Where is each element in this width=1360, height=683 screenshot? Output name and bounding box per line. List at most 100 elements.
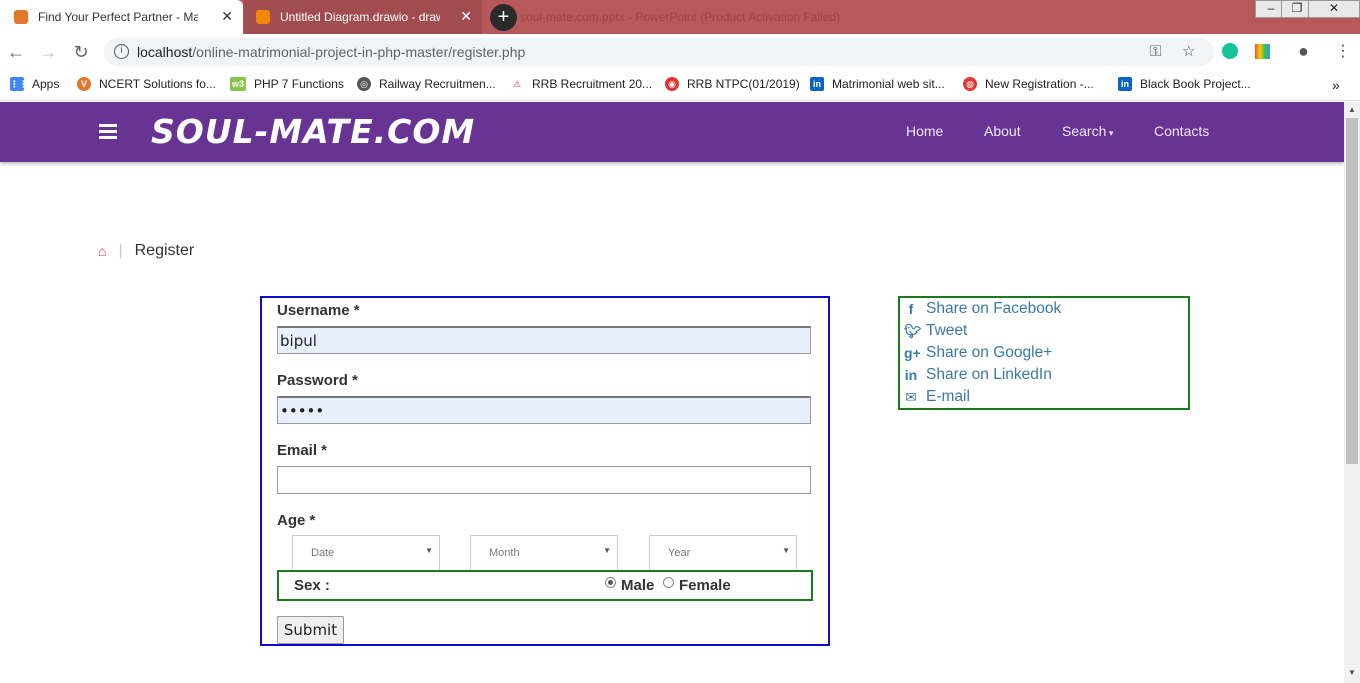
linkedin-icon: in (904, 367, 918, 383)
forward-button[interactable]: → (38, 42, 58, 62)
php-icon: w3 (230, 77, 246, 91)
facebook-icon: f (908, 301, 914, 317)
reload-button[interactable]: ↻ (71, 42, 91, 62)
date-select-value: Date (311, 547, 335, 559)
rrb-icon: ⚠ (510, 77, 524, 91)
bookmark-rrb-ntpc[interactable]: ◉ RRB NTPC(01/2019) (665, 77, 800, 91)
year-select[interactable]: Year ▼ (649, 535, 797, 571)
nav-about[interactable]: About (984, 123, 1021, 139)
share-label: E-mail (926, 388, 970, 405)
linkedin-icon: in (1118, 77, 1132, 91)
female-radio[interactable] (663, 577, 674, 588)
bookmark-black-book[interactable]: in Black Book Project... (1118, 77, 1251, 91)
scrollbar-thumb[interactable] (1346, 118, 1358, 464)
scroll-down-icon[interactable]: ▼ (1348, 668, 1356, 677)
male-radio[interactable] (605, 577, 616, 588)
bookmark-label: PHP 7 Functions (254, 77, 344, 91)
bookmark-label: New Registration -... (985, 77, 1094, 91)
url-text[interactable]: localhost/online-matrimonial-project-in-… (137, 44, 525, 60)
share-email-link[interactable]: ✉ E-mail (904, 388, 970, 406)
menu-kebab-icon[interactable]: ⋮ (1335, 41, 1351, 61)
page-scrollbar[interactable]: ▲ ▼ (1344, 102, 1360, 683)
globe-icon: ◎ (357, 77, 371, 91)
female-label[interactable]: Female (679, 577, 731, 594)
extension-icon[interactable] (1255, 44, 1270, 59)
key-icon[interactable]: ⚿ (1150, 43, 1161, 60)
bookmarks-bar: ⋮⋮ Apps V NCERT Solutions fo... w3 PHP 7 Fu… (0, 70, 1360, 101)
browser-tab-bar: Find Your Perfect Partner - Matri ✕ Unti… (0, 0, 1360, 34)
month-select-value: Month (489, 547, 520, 559)
linkedin-icon: in (810, 77, 824, 91)
month-select[interactable]: Month ▼ (470, 535, 618, 571)
web-page: SOUL-MATE.COM Home About Search ▾ Contac… (0, 102, 1344, 683)
tab-find-partner[interactable]: Find Your Perfect Partner - Matri ✕ (0, 0, 243, 34)
username-field[interactable] (277, 326, 811, 354)
url-host: localhost (137, 44, 193, 60)
bookmark-matrimonial[interactable]: in Matrimonial web sit... (810, 77, 945, 91)
more-bookmarks-icon[interactable]: » (1332, 77, 1340, 93)
hamburger-menu-icon[interactable] (99, 124, 117, 142)
bookmark-label: Railway Recruitmen... (379, 77, 496, 91)
tab-title: Untitled Diagram.drawio - draw.i (280, 10, 440, 24)
nav-contacts[interactable]: Contacts (1154, 123, 1209, 139)
email-field[interactable] (277, 466, 811, 494)
v-icon: V (77, 77, 91, 91)
date-select[interactable]: Date ▼ (292, 535, 440, 571)
info-icon[interactable]: i (114, 44, 129, 59)
site-brand[interactable]: SOUL-MATE.COM (151, 112, 475, 151)
google-plus-icon: g+ (904, 345, 921, 361)
share-panel: f Share on Facebook 🐦︎ Tweet g+ Share on Go… (898, 296, 1190, 410)
sex-label: Sex : (294, 577, 330, 594)
age-label: Age * (277, 512, 316, 529)
password-field[interactable] (277, 396, 811, 424)
male-label[interactable]: Male (621, 577, 654, 594)
caret-down-icon: ▾ (1106, 128, 1114, 138)
bookmark-rrb[interactable]: ⚠ RRB Recruitment 20... (510, 77, 652, 91)
share-linkedin-link[interactable]: in Share on LinkedIn (904, 366, 1052, 384)
breadcrumb-current: Register (134, 242, 195, 259)
scroll-up-icon[interactable]: ▲ (1348, 105, 1356, 114)
window-title: soul-mate.com.pptx - PowerPoint (Product… (520, 10, 841, 24)
breadcrumb-separator: | (118, 242, 123, 259)
back-button[interactable]: ← (6, 42, 26, 62)
profile-icon[interactable]: ● (1298, 41, 1309, 62)
close-icon[interactable]: ✕ (460, 8, 472, 24)
nav-home[interactable]: Home (906, 123, 943, 139)
tab-title: Find Your Perfect Partner - Matri (38, 10, 198, 24)
nav-search-label: Search (1062, 123, 1107, 139)
bookmark-label: NCERT Solutions fo... (99, 77, 216, 91)
close-icon[interactable]: ✕ (221, 8, 233, 24)
address-bar[interactable]: i localhost/online-matrimonial-project-i… (104, 38, 1214, 66)
share-google-plus-link[interactable]: g+ Share on Google+ (904, 344, 1052, 362)
tab-drawio[interactable]: Untitled Diagram.drawio - draw.i ✕ (244, 0, 482, 34)
registration-icon: ◍ (963, 77, 977, 91)
year-select-value: Year (668, 547, 691, 559)
dropdown-arrow-icon: ▼ (782, 546, 790, 555)
share-label: Share on LinkedIn (926, 366, 1052, 383)
bookmark-label: Apps (32, 77, 60, 91)
bookmark-php[interactable]: w3 PHP 7 Functions (230, 77, 344, 91)
breadcrumb: ⌂ | Register (98, 242, 194, 260)
dropdown-arrow-icon: ▼ (603, 546, 611, 555)
twitter-icon: 🐦︎ (904, 322, 922, 339)
grammarly-icon[interactable] (1222, 43, 1238, 59)
bookmark-new-registration[interactable]: ◍ New Registration -... (963, 77, 1094, 91)
home-icon[interactable]: ⌂ (98, 243, 106, 259)
share-tweet-link[interactable]: 🐦︎ Tweet (904, 322, 967, 340)
bookmark-label: RRB Recruitment 20... (532, 77, 653, 91)
submit-button[interactable]: Submit (277, 616, 344, 644)
bookmark-railway[interactable]: ◎ Railway Recruitmen... (357, 77, 496, 91)
bookmark-label: Matrimonial web sit... (832, 77, 945, 91)
bookmark-apps[interactable]: ⋮⋮ Apps (10, 77, 59, 91)
star-icon[interactable]: ☆ (1182, 42, 1195, 60)
username-label: Username * (277, 302, 360, 319)
share-facebook-link[interactable]: f Share on Facebook (904, 300, 1062, 318)
window-close-button[interactable]: ✕ (1308, 0, 1360, 18)
bookmark-ncert[interactable]: V NCERT Solutions fo... (77, 77, 216, 91)
register-form: Username * Password * Email * Age * Date… (260, 296, 830, 646)
nav-search[interactable]: Search ▾ (1062, 123, 1113, 139)
email-icon: ✉ (905, 388, 917, 405)
share-label: Share on Facebook (926, 300, 1062, 317)
url-path: /online-matrimonial-project-in-php-maste… (192, 44, 526, 60)
new-tab-button[interactable]: + (490, 4, 517, 31)
